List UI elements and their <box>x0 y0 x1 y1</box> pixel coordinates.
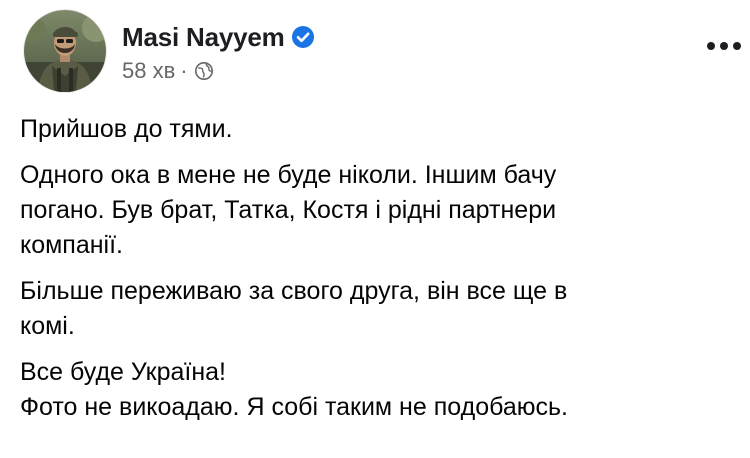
facebook-post: Masi Nayyem 58 хв · Прийшов до тями. Одн… <box>0 0 750 458</box>
author-row: Masi Nayyem <box>122 20 315 54</box>
post-text-line: комі. <box>20 312 75 340</box>
post-text-line: Все буде Україна! <box>20 358 227 386</box>
author-name[interactable]: Masi Nayyem <box>122 22 285 53</box>
post-text-line: погано. Був брат, Татка, Костя і рідні п… <box>20 196 557 224</box>
post-body: Прийшов до тями. Одного ока в мене не бу… <box>20 112 720 425</box>
post-text-line: компанії. <box>20 231 124 259</box>
post-header: Masi Nayyem 58 хв · <box>20 8 741 96</box>
post-paragraph: Більше переживаю за свого друга, він все… <box>20 274 720 344</box>
meta-separator: · <box>180 58 188 83</box>
post-text-line: Одного ока в мене не буде ніколи. Іншим … <box>20 161 557 189</box>
post-timestamp[interactable]: 58 хв <box>122 58 175 84</box>
post-text-line: Більше переживаю за свого друга, він все… <box>20 277 568 305</box>
more-options-dot <box>707 42 715 50</box>
more-options-dot <box>733 42 741 50</box>
more-options-icon[interactable] <box>700 28 748 64</box>
post-paragraph: Прийшов до тями. <box>20 112 720 147</box>
post-text-line: Фото не викоадаю. Я собі таким не подоба… <box>20 393 568 421</box>
avatar[interactable] <box>24 10 106 92</box>
post-paragraph: Одного ока в мене не буде ніколи. Іншим … <box>20 158 720 263</box>
post-text-line: Прийшов до тями. <box>20 115 233 143</box>
author-block: Masi Nayyem 58 хв · <box>122 20 315 86</box>
globe-icon[interactable] <box>194 61 214 81</box>
post-meta: 58 хв · <box>122 56 315 86</box>
post-paragraph: Все буде Україна! Фото не викоадаю. Я со… <box>20 355 720 425</box>
avatar-photo <box>24 10 106 92</box>
verified-badge-icon <box>291 25 315 49</box>
more-options-dot <box>720 42 728 50</box>
